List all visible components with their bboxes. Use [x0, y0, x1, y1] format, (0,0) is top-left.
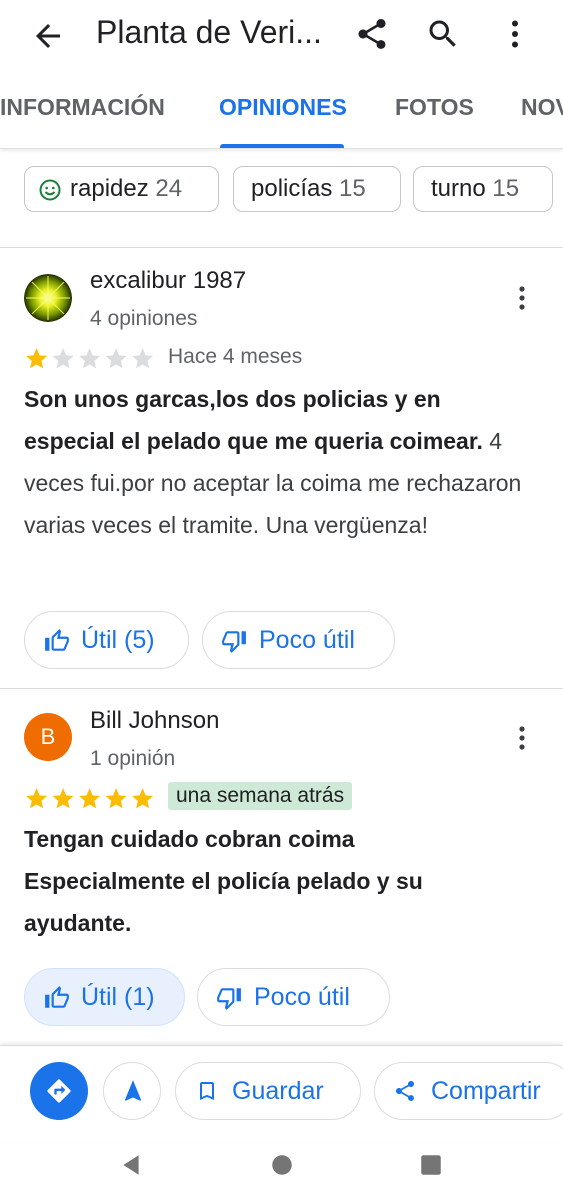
- share-label: Compartir: [431, 1077, 541, 1105]
- bookmark-icon: [200, 1082, 214, 1100]
- star-filled-icon: [79, 788, 101, 809]
- chip-turno[interactable]: turno 15: [413, 166, 553, 212]
- review-date: Hace 4 meses: [168, 345, 303, 368]
- not-helpful-button[interactable]: Poco útil: [197, 968, 390, 1026]
- star-filled-icon: [132, 788, 154, 809]
- review-date: una semana atrás: [168, 782, 353, 810]
- chip-count: 24: [155, 175, 183, 202]
- user-avatar[interactable]: B: [24, 713, 72, 761]
- star-filled-icon: [105, 788, 127, 809]
- user-avatar[interactable]: [24, 274, 72, 322]
- nav-back-icon[interactable]: [118, 1152, 144, 1178]
- chip-label: policías: [251, 175, 333, 202]
- star-rating: [24, 786, 158, 817]
- reviewer-review-count: 1 opinión: [90, 747, 176, 770]
- share-icon: [396, 1081, 414, 1101]
- review-text-bold: Son unos garcas,los dos policias y en es…: [24, 386, 483, 454]
- chip-label: rapidez: [70, 175, 149, 202]
- navigation-icon: [124, 1080, 142, 1101]
- thumb-down-icon: [217, 988, 241, 1010]
- star-empty-icon: [132, 348, 154, 369]
- star-filled-icon: [26, 348, 48, 369]
- chip-count: 15: [492, 175, 520, 202]
- not-helpful-label: Poco útil: [259, 626, 355, 654]
- tab-opiniones[interactable]: OPINIONES: [219, 94, 347, 121]
- save-label: Guardar: [232, 1077, 324, 1105]
- nav-home-icon[interactable]: [269, 1152, 295, 1178]
- star-empty-icon: [52, 348, 74, 369]
- search-icon[interactable]: [425, 16, 461, 52]
- directions-icon: [47, 1079, 71, 1103]
- helpful-button[interactable]: Útil (5): [24, 611, 189, 669]
- more-vert-icon[interactable]: [512, 283, 532, 313]
- more-vert-icon[interactable]: [497, 16, 533, 52]
- reviewer-review-count: 4 opiniones: [90, 307, 198, 330]
- directions-button[interactable]: [30, 1062, 88, 1120]
- active-tab-indicator: [220, 144, 344, 148]
- app-bar: Planta de Veri...: [0, 0, 563, 70]
- divider: [0, 247, 563, 248]
- review-text: Son unos garcas,los dos policias y en es…: [24, 378, 524, 546]
- more-vert-icon[interactable]: [512, 723, 532, 753]
- star-empty-icon: [105, 348, 127, 369]
- not-helpful-label: Poco útil: [254, 983, 350, 1011]
- divider: [0, 688, 563, 689]
- chip-policias[interactable]: policías 15: [233, 166, 401, 212]
- chip-count: 15: [339, 175, 366, 202]
- share-icon[interactable]: [354, 16, 390, 52]
- star-empty-icon: [79, 348, 101, 369]
- star-rating: [24, 346, 158, 377]
- back-arrow-icon[interactable]: [30, 18, 66, 54]
- thumb-up-icon: [45, 986, 69, 1008]
- save-button[interactable]: Guardar: [175, 1062, 361, 1120]
- chip-label: turno: [431, 175, 486, 202]
- start-navigation-button[interactable]: [103, 1062, 161, 1120]
- not-helpful-button[interactable]: Poco útil: [202, 611, 395, 669]
- reviewer-name[interactable]: Bill Johnson: [90, 707, 219, 735]
- tab-fotos[interactable]: FOTOS: [395, 94, 474, 121]
- helpful-label: Útil (5): [81, 626, 155, 654]
- helpful-button[interactable]: Útil (1): [24, 968, 185, 1026]
- chip-rapidez[interactable]: rapidez 24: [24, 166, 219, 212]
- tab-informacion[interactable]: INFORMACIÓN: [0, 94, 165, 121]
- thumb-down-icon: [222, 631, 246, 653]
- tab-bar: INFORMACIÓN OPINIONES FOTOS NOV: [0, 78, 563, 149]
- smiley-icon: [39, 179, 61, 201]
- share-button[interactable]: Compartir: [374, 1062, 563, 1120]
- review-text-bold: Tengan cuidado cobran coima Especialment…: [24, 826, 423, 936]
- review-text: Tengan cuidado cobran coima Especialment…: [24, 818, 494, 944]
- page-title: Planta de Veri...: [96, 14, 322, 50]
- star-filled-icon: [26, 788, 48, 809]
- thumb-up-icon: [45, 629, 69, 651]
- tab-novedades[interactable]: NOV: [521, 94, 563, 121]
- reviewer-name[interactable]: excalibur 1987: [90, 267, 246, 295]
- system-nav-bar: [0, 1140, 563, 1200]
- helpful-label: Útil (1): [81, 983, 155, 1011]
- nav-recents-icon[interactable]: [418, 1152, 444, 1178]
- star-filled-icon: [52, 788, 74, 809]
